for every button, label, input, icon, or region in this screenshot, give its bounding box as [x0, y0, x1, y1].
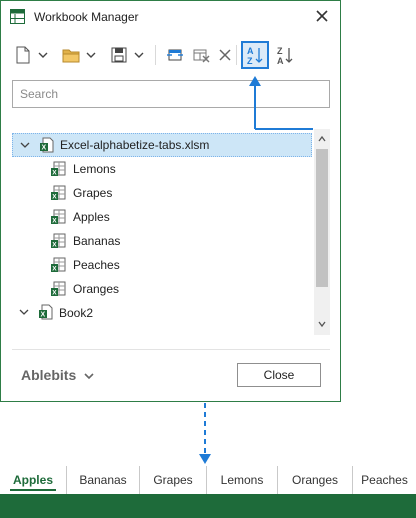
new-dropdown-button[interactable] [36, 41, 50, 69]
sort-a-z-icon: A Z [247, 46, 263, 65]
move-sheet-icon [167, 49, 183, 61]
svg-text:X: X [52, 169, 57, 176]
sheet-label: Grapes [73, 186, 113, 200]
svg-text:X: X [52, 289, 57, 296]
scroll-down-icon[interactable] [317, 319, 327, 329]
sheet-label: Peaches [73, 258, 120, 272]
save-dropdown-button[interactable] [132, 41, 146, 69]
svg-text:X: X [52, 265, 57, 272]
sheet-tab[interactable]: Apples [0, 466, 67, 494]
status-bar [0, 494, 416, 518]
title-bar: Workbook Manager [1, 1, 340, 33]
worksheet-icon: X [51, 233, 66, 248]
tree-sheet-item[interactable]: X Oranges [12, 277, 312, 301]
chevron-down-icon [84, 373, 94, 380]
new-sheet-button[interactable] [10, 41, 36, 69]
workbook-name: Excel-alphabetize-tabs.xlsm [60, 138, 210, 152]
chevron-down-icon [38, 52, 48, 58]
scroll-thumb[interactable] [316, 149, 328, 287]
close-button[interactable]: Close [237, 363, 321, 387]
chevron-down-icon [134, 52, 144, 58]
sheet-tabs-bar: Apples Bananas Grapes Lemons Oranges Pea… [0, 466, 416, 494]
toolbar-separator [236, 45, 237, 65]
workbook-manager-icon [10, 9, 25, 24]
svg-text:A: A [247, 46, 254, 56]
delete-button[interactable] [212, 41, 238, 69]
save-icon [111, 47, 127, 63]
worksheet-icon: X [51, 209, 66, 224]
footer-divider [12, 349, 330, 350]
svg-text:A: A [277, 56, 284, 65]
scroll-up-icon[interactable] [317, 134, 327, 144]
worksheet-icon: X [51, 281, 66, 296]
tree-scrollbar[interactable] [314, 129, 330, 335]
excel-workbook-icon: X [39, 304, 53, 320]
delete-x-icon [219, 49, 231, 61]
sheet-tab[interactable]: Peaches [353, 466, 416, 494]
chevron-down-icon[interactable] [18, 306, 30, 318]
tree-sheet-item[interactable]: X Apples [12, 205, 312, 229]
dialog-title: Workbook Manager [34, 10, 139, 24]
tree-sheet-item[interactable]: X Peaches [12, 253, 312, 277]
sheet-tab[interactable]: Bananas [67, 466, 140, 494]
tree-workbook-node[interactable]: X Book2 [12, 301, 312, 325]
hide-sheet-icon [193, 49, 210, 63]
worksheet-icon: X [51, 257, 66, 272]
close-icon[interactable] [313, 7, 331, 25]
callout-arrowhead [199, 454, 211, 464]
ablebits-menu[interactable]: Ablebits [21, 367, 94, 383]
save-button[interactable] [106, 41, 132, 69]
sheet-tab[interactable]: Lemons [207, 466, 278, 494]
move-sheet-button[interactable] [162, 41, 188, 69]
folder-icon [62, 49, 80, 63]
sheet-tab[interactable]: Grapes [140, 466, 207, 494]
sheet-label: Apples [73, 210, 110, 224]
sheet-label: Oranges [73, 282, 120, 296]
chevron-down-icon [86, 52, 96, 58]
open-dropdown-button[interactable] [84, 41, 98, 69]
new-document-icon [16, 46, 30, 64]
excel-workbook-icon: X [40, 137, 54, 153]
tree-workbook-node[interactable]: X Excel-alphabetize-tabs.xlsm [12, 133, 312, 157]
svg-text:X: X [52, 217, 57, 224]
tree-sheet-item[interactable]: X Lemons [12, 157, 312, 181]
open-folder-button[interactable] [58, 41, 84, 69]
toolbar-separator [155, 45, 156, 65]
workbook-manager-dialog: Workbook Manager A Z Z A Search X Excel-… [0, 0, 341, 402]
toolbar: A Z Z A [10, 41, 335, 69]
worksheet-icon: X [51, 185, 66, 200]
svg-text:X: X [41, 312, 46, 319]
sort-a-z-button[interactable]: A Z [241, 41, 269, 69]
svg-text:Z: Z [247, 56, 253, 65]
sheet-tab[interactable]: Oranges [278, 466, 353, 494]
tree-sheet-item[interactable]: X Grapes [12, 181, 312, 205]
sheet-label: Lemons [73, 162, 116, 176]
worksheet-icon: X [51, 161, 66, 176]
svg-text:X: X [52, 241, 57, 248]
brand-label: Ablebits [21, 367, 77, 383]
tree-sheet-item[interactable]: X Bananas [12, 229, 312, 253]
sort-z-a-icon: Z A [277, 46, 293, 65]
workbook-name: Book2 [59, 306, 94, 320]
sort-z-a-button[interactable]: Z A [272, 41, 298, 69]
sheet-label: Bananas [73, 234, 121, 248]
hide-sheet-button[interactable] [188, 41, 214, 69]
svg-text:Z: Z [277, 46, 283, 56]
workbook-tree: X Excel-alphabetize-tabs.xlsm X Lemons X… [12, 129, 330, 335]
chevron-down-icon[interactable] [19, 139, 31, 151]
search-input[interactable] [12, 80, 330, 108]
svg-text:X: X [42, 145, 47, 152]
svg-text:X: X [52, 193, 57, 200]
